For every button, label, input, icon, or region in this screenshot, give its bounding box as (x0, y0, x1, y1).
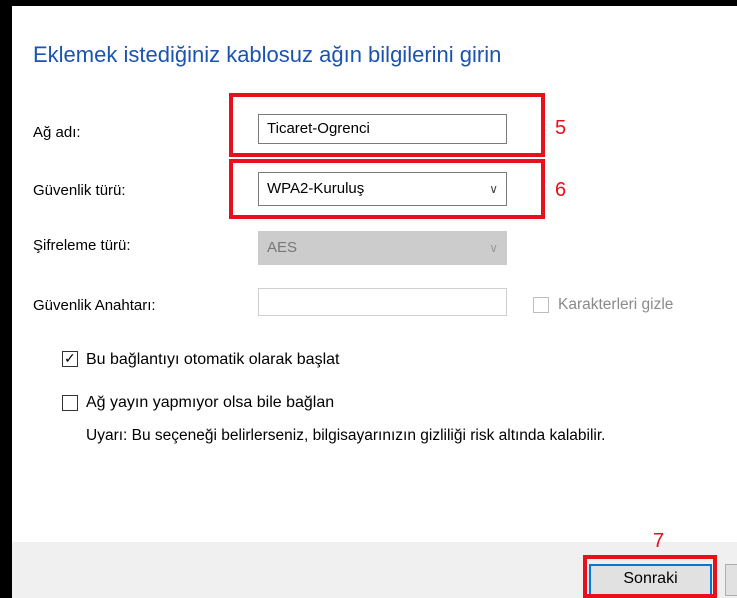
encryption-type-select: AES ∨ (258, 231, 507, 265)
auto-connect-label[interactable]: Bu bağlantıyı otomatik olarak başlat (86, 351, 339, 369)
encryption-type-label: Şifreleme türü: (33, 237, 131, 254)
hide-characters-checkbox (533, 297, 549, 313)
network-name-label: Ağ adı: (33, 124, 81, 141)
security-type-value: WPA2-Kuruluş (267, 180, 365, 197)
security-key-label: Güvenlik Anahtarı: (33, 297, 156, 314)
chevron-down-icon: ∨ (489, 241, 498, 255)
checkmark-icon: ✓ (64, 350, 76, 366)
wireless-setup-dialog: Eklemek istediğiniz kablosuz ağın bilgil… (12, 6, 737, 598)
network-name-input[interactable]: Ticaret-Ogrenci (258, 114, 507, 144)
dialog-footer: Sonraki (12, 542, 737, 598)
network-name-value: Ticaret-Ogrenci (267, 120, 370, 137)
cancel-button[interactable] (725, 564, 737, 596)
hidden-network-checkbox[interactable] (62, 395, 78, 411)
encryption-type-value: AES (267, 239, 298, 256)
chevron-down-icon: ∨ (489, 182, 498, 196)
hide-characters-label: Karakterleri gizle (558, 296, 674, 313)
annotation-number-6: 6 (555, 179, 567, 201)
auto-connect-checkbox[interactable]: ✓ (62, 350, 78, 367)
security-key-input[interactable] (258, 288, 507, 316)
annotation-number-7: 7 (653, 530, 665, 552)
security-type-select[interactable]: WPA2-Kuruluş ∨ (258, 172, 507, 206)
annotation-number-5: 5 (555, 117, 567, 139)
next-button[interactable]: Sonraki (589, 564, 712, 596)
privacy-warning: Uyarı: Bu seçeneği belirlerseniz, bilgis… (86, 427, 606, 444)
hidden-network-label[interactable]: Ağ yayın yapmıyor olsa bile bağlan (86, 394, 334, 412)
page-title: Eklemek istediğiniz kablosuz ağın bilgil… (33, 42, 502, 67)
security-type-label: Güvenlik türü: (33, 182, 126, 199)
